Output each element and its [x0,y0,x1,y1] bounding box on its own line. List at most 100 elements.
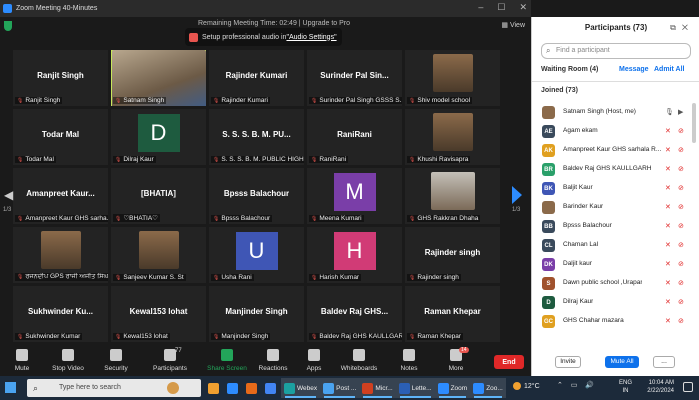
video-tile[interactable]: Raman Khepar Raman Khepar [405,286,500,342]
panel-scrollbar[interactable] [692,103,696,143]
muted-microphone-icon[interactable]: ✕ [665,317,671,325]
taskbar-app[interactable]: Post ... [320,378,360,398]
video-off-icon[interactable]: ⊘ [678,317,684,325]
video-off-icon[interactable]: ⊘ [678,260,684,268]
muted-microphone-icon[interactable]: ✕ [665,241,671,249]
muted-microphone-icon[interactable]: ✕ [665,279,671,287]
video-tile[interactable]: Bpsss Balachour Bpsss Balachour [209,168,304,224]
windows-start-icon[interactable] [5,382,16,393]
popout-icon[interactable]: ⧉ [670,23,682,32]
video-tile[interactable]: Rajinder Kumari Rajinder Kumari [209,50,304,106]
participant-row[interactable]: BK Baljit Kaur ✕ ⊘ [532,179,699,198]
taskbar-app[interactable] [262,378,281,398]
participant-row[interactable]: AK Amanpreet Kaur GHS sarhala R... ✕ ⊘ [532,141,699,160]
weather-widget[interactable]: 12°C [513,382,540,390]
taskbar-clock[interactable]: 10:04 AM 2/22/2024 [638,379,674,395]
video-tile[interactable]: Manjinder Singh Manjinder Singh [209,286,304,342]
video-off-icon[interactable]: ⊘ [678,146,684,154]
participant-row[interactable]: BB Bpsss Balachour ✕ ⊘ [532,217,699,236]
video-off-icon[interactable]: ⊘ [678,222,684,230]
video-tile[interactable]: [BHATIA] ♡BHATIA♡ [111,168,206,224]
taskbar-app[interactable]: Webex [281,378,321,398]
end-button[interactable]: End [494,355,524,369]
video-off-icon[interactable]: ⊘ [678,165,684,173]
video-tile[interactable]: M Meena Kumari [307,168,402,224]
video-tile[interactable]: D Dilraj Kaur [111,109,206,165]
participant-row[interactable]: DK Daljit kaur ✕ ⊘ [532,255,699,274]
view-button[interactable]: ▦ View [501,21,525,29]
message-button[interactable]: Message [619,66,649,73]
video-off-icon[interactable]: ⊘ [678,241,684,249]
participant-row[interactable]: AE Agam ekam ✕ ⊘ [532,122,699,141]
muted-microphone-icon[interactable]: ✕ [665,165,671,173]
video-tile[interactable]: Rajinder singh Rajinder singh [405,227,500,283]
taskbar-app[interactable]: Micr... [359,378,396,398]
video-tile[interactable]: RaniRani RaniRani [307,109,402,165]
video-tile[interactable]: Amanpreet Kaur... Amanpreet Kaur GHS sarh… [13,168,108,224]
participant-search-input[interactable]: Find a participant [541,43,691,59]
invite-button[interactable]: Invite [555,356,581,368]
notification-icon[interactable] [683,382,693,392]
video-tile[interactable]: ਰਜਨਦੀਪ GPS ਰਾਜੀ ਅਜੀਤ ਸਿੰਘ [13,227,108,283]
panel-close-icon[interactable]: ✕ [682,23,694,32]
video-tile[interactable]: GHS Rakkran Dhaha [405,168,500,224]
microphone-icon[interactable]: 🎙 [665,108,674,116]
taskbar-app[interactable] [205,378,224,398]
participant-row[interactable]: S Dawn public school ,Urapar ✕ ⊘ [532,274,699,293]
video-tile[interactable]: U Usha Rani [209,227,304,283]
joined-header[interactable]: Joined (73) [541,87,578,94]
mute-button[interactable]: Mute [0,349,47,372]
muted-microphone-icon[interactable]: ✕ [665,184,671,192]
video-tile[interactable]: Kewal153 lohat Kewal153 lohat [111,286,206,342]
muted-microphone-icon[interactable]: ✕ [665,127,671,135]
taskbar-app[interactable]: Lette... [395,378,435,398]
whiteboards-button[interactable]: Whiteboards [334,349,384,372]
video-off-icon[interactable]: ⊘ [678,203,684,211]
video-camera-icon[interactable]: ▶ [678,108,683,116]
audio-settings-link[interactable]: "Audio Settings" [286,34,336,41]
taskbar-app[interactable] [224,378,243,398]
muted-microphone-icon[interactable]: ✕ [665,222,671,230]
mute-all-button[interactable]: Mute All [605,356,639,368]
participant-row[interactable]: Barinder Kaur ✕ ⊘ [532,198,699,217]
video-tile[interactable]: Todar Mal Todar Mal [13,109,108,165]
prev-page-icon[interactable]: ◀ [4,188,13,202]
more-button[interactable]: 14 More [431,347,481,372]
video-off-icon[interactable]: ⊘ [678,279,684,287]
taskbar-search-input[interactable]: ⌕ Type here to search [27,379,201,397]
next-page-icon[interactable] [512,186,522,204]
maximize-icon[interactable]: ☐ [497,2,505,13]
audio-notice[interactable]: Setup professional audio in "Audio Setti… [185,28,342,46]
video-tile[interactable]: Satnam Singh [111,50,206,106]
video-tile[interactable]: Khushi Ravisapra [405,109,500,165]
minimize-icon[interactable]: – [478,2,483,13]
video-tile[interactable]: Baldev Raj GHS... Baldev Raj GHS KAULLGAR… [307,286,402,342]
muted-microphone-icon[interactable]: ✕ [665,203,671,211]
admit-all-button[interactable]: Admit All [654,66,684,73]
participant-row[interactable]: BR Baldev Raj GHS KAULLGARH ✕ ⊘ [532,160,699,179]
participant-row[interactable]: Satnam Singh (Host, me) 🎙 ▶ [532,103,699,122]
video-off-icon[interactable]: ⊘ [678,298,684,306]
participant-row[interactable]: D Dilraj Kaur ✕ ⊘ [532,293,699,312]
participant-row[interactable]: GC GHS Chahar mazara ✕ ⊘ [532,312,699,331]
video-off-icon[interactable]: ⊘ [678,184,684,192]
share-screen-button[interactable]: Share Screen [202,349,252,372]
participant-row[interactable]: CL Chaman Lal ✕ ⊘ [532,236,699,255]
video-off-icon[interactable]: ⊘ [678,127,684,135]
taskbar-app[interactable]: Zoom [434,378,471,398]
notes-button[interactable]: Notes [384,349,434,372]
video-tile[interactable]: Sukhwinder Ku... Sukhwinder Kumar [13,286,108,342]
video-tile[interactable]: Sanjeev Kumar S. St [111,227,206,283]
video-tile[interactable]: Ranjit Singh Ranjit Singh [13,50,108,106]
muted-microphone-icon[interactable]: ✕ [665,146,671,154]
close-icon[interactable]: ✕ [519,2,527,13]
apps-button[interactable]: Apps [289,349,339,372]
muted-microphone-icon[interactable]: ✕ [665,298,671,306]
video-tile[interactable]: H Harish Kumar [307,227,402,283]
participants-button[interactable]: 77 Participants [145,348,195,372]
taskbar-app[interactable] [243,378,262,398]
video-tile[interactable]: Surinder Pal Sin... Surinder Pal Singh GS… [307,50,402,106]
waiting-room-label[interactable]: Waiting Room (4) [541,66,598,73]
shield-icon[interactable] [4,21,12,31]
video-tile[interactable]: Shiv model school [405,50,500,106]
